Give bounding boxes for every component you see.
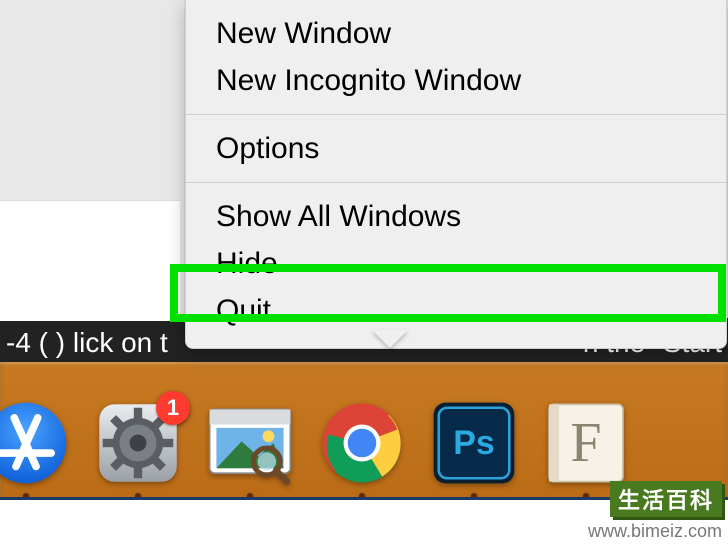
menu-item-options[interactable]: Options: [186, 125, 726, 172]
fontbook-label: F: [544, 401, 628, 485]
menu-item-new-incognito-window[interactable]: New Incognito Window: [186, 57, 726, 104]
dock-icon-photos[interactable]: [208, 401, 292, 485]
dock-icon-photoshop[interactable]: Ps: [432, 401, 516, 485]
dock-icon-font-book[interactable]: F: [544, 401, 628, 485]
dock-icon-chrome[interactable]: [320, 401, 404, 485]
watermark-badge: 生活百科: [610, 481, 722, 517]
notification-badge: 1: [156, 391, 190, 425]
menu-pointer-arrow: [372, 330, 408, 348]
menu-item-hide[interactable]: Hide: [186, 240, 726, 287]
menu-separator: [186, 182, 726, 183]
watermark-url: www.bimeiz.com: [588, 521, 722, 541]
menu-item-show-all-windows[interactable]: Show All Windows: [186, 193, 726, 240]
photos-icon: [208, 401, 292, 485]
window-panel: [0, 200, 180, 321]
dock-context-menu[interactable]: New Window New Incognito Window Options …: [185, 0, 727, 349]
appstore-icon: [0, 401, 68, 485]
menu-item-new-window[interactable]: New Window: [186, 10, 726, 57]
caption-left: -4 ( ) lick on t: [6, 318, 168, 368]
dock-icon-system-preferences[interactable]: 1: [96, 401, 180, 485]
menu-item-quit[interactable]: Quit: [186, 287, 726, 334]
chrome-icon: [320, 401, 404, 485]
photoshop-label: Ps: [432, 401, 516, 485]
menu-separator: [186, 114, 726, 115]
dock-icon-app-store[interactable]: [0, 401, 68, 485]
